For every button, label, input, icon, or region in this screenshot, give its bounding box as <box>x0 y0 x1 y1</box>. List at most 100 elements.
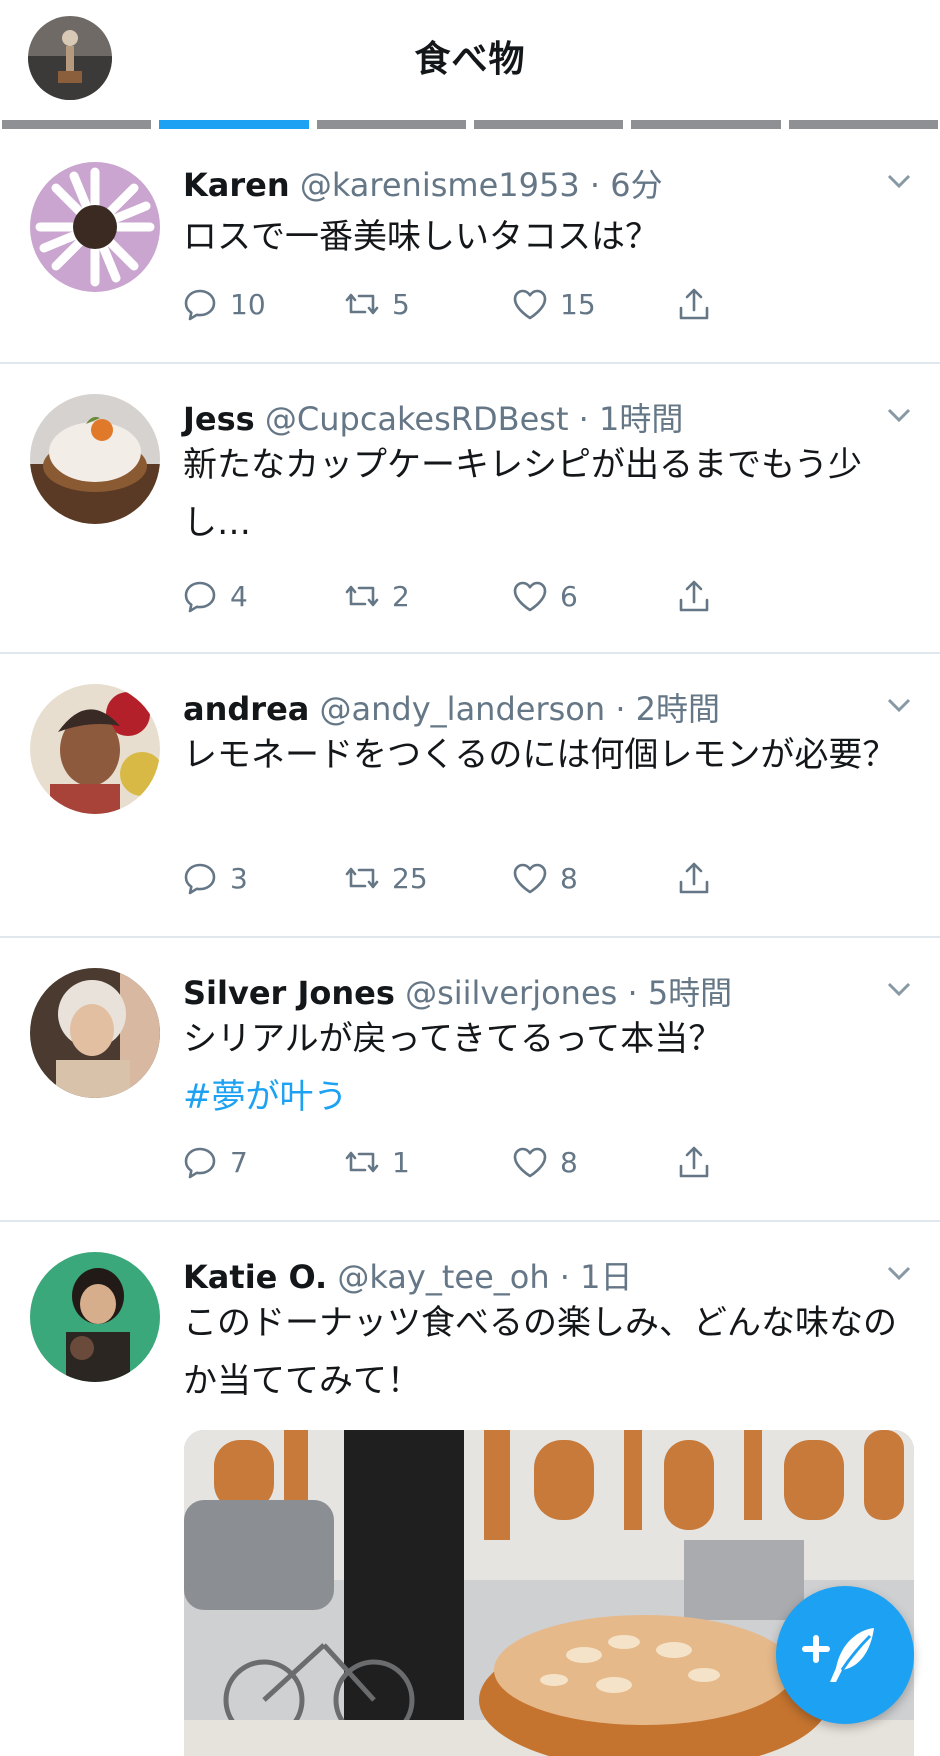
tweet-time: · 6分 <box>589 166 663 204</box>
share-icon <box>679 580 709 612</box>
tweet-actions: 7 1 8 <box>180 1140 780 1184</box>
tweet-time: · 2時間 <box>615 690 721 728</box>
tweet[interactable]: Jess @CupcakesRDBest · 1時間 新たなカップケーキレシピが… <box>0 366 940 654</box>
retweet-icon <box>345 1151 379 1173</box>
reply-icon <box>184 581 216 613</box>
tweet-avatar[interactable] <box>30 394 160 524</box>
share-button[interactable] <box>674 1140 714 1184</box>
reply-icon <box>184 1147 216 1179</box>
tweet-header: Jess @CupcakesRDBest · 1時間 <box>183 394 683 440</box>
chevron-down-icon[interactable] <box>882 688 916 722</box>
heart-icon <box>513 289 547 320</box>
tweet-text: 新たなカップケーキレシピが出るまでもう少し… <box>183 436 903 552</box>
reply-button[interactable]: 3 <box>180 856 248 900</box>
reply-icon <box>184 863 216 895</box>
retweet-icon <box>345 585 379 607</box>
tweet-text: シリアルが戻ってきてるって本当？ #夢が叶う <box>183 1010 903 1126</box>
tweet[interactable]: andrea @andy_landerson · 2時間 レモネードをつくるのに… <box>0 656 940 938</box>
share-icon <box>679 862 709 894</box>
top-bar: 食べ物 <box>0 0 940 120</box>
tweet-header: Silver Jones @siilverjones · 5時間 <box>183 968 732 1014</box>
author-handle[interactable]: @CupcakesRDBest <box>265 400 569 438</box>
author-handle[interactable]: @karenisme1953 <box>300 166 580 204</box>
retweet-button[interactable]: 2 <box>342 574 410 618</box>
tweet-text: このドーナッツ食べるの楽しみ、どんな味なのか当ててみて！ <box>183 1294 903 1410</box>
progress-segment-active <box>159 120 309 129</box>
retweet-count: 5 <box>392 287 410 321</box>
tweet-avatar[interactable] <box>30 1252 160 1382</box>
share-icon <box>679 288 709 320</box>
tweet-avatar[interactable] <box>30 968 160 1098</box>
heart-icon <box>513 1147 547 1178</box>
reply-count: 4 <box>230 579 248 613</box>
tweet-time: · 5時間 <box>627 974 733 1012</box>
tweet-text: ロスで一番美味しいタコスは？ <box>183 208 903 266</box>
tweet-body: シリアルが戻ってきてるって本当？ <box>183 1019 723 1059</box>
tweet-header: Karen @karenisme1953 · 6分 <box>183 160 663 206</box>
share-button[interactable] <box>674 856 714 900</box>
chevron-down-icon[interactable] <box>882 398 916 432</box>
like-button[interactable]: 8 <box>510 856 578 900</box>
like-button[interactable]: 15 <box>510 282 596 326</box>
like-count: 8 <box>560 1145 578 1179</box>
reply-count: 7 <box>230 1145 248 1179</box>
progress-segment <box>2 120 152 129</box>
like-button[interactable]: 8 <box>510 1140 578 1184</box>
tweet-time: · 1時間 <box>578 400 684 438</box>
reply-count: 10 <box>230 287 266 321</box>
tweet-avatar[interactable] <box>30 684 160 814</box>
tweet-time: · 1日 <box>559 1258 633 1296</box>
hashtag-link[interactable]: #夢が叶う <box>183 1077 348 1117</box>
progress-segment <box>788 120 938 129</box>
retweet-count: 2 <box>392 579 410 613</box>
tweet-actions: 4 2 6 <box>180 574 780 618</box>
author-handle[interactable]: @andy_landerson <box>320 690 606 728</box>
share-icon <box>679 1146 709 1178</box>
tweet-body: このドーナッツ食べるの楽しみ、どんな味なのか当ててみて！ <box>183 1303 897 1401</box>
retweet-button[interactable]: 25 <box>342 856 428 900</box>
author-name[interactable]: Jess <box>183 400 255 438</box>
progress-segment <box>631 120 781 129</box>
heart-icon <box>513 863 547 894</box>
tweet[interactable]: Silver Jones @siilverjones · 5時間 シリアルが戻っ… <box>0 940 940 1222</box>
like-button[interactable]: 6 <box>510 574 578 618</box>
chevron-down-icon[interactable] <box>882 1256 916 1290</box>
reply-button[interactable]: 7 <box>180 1140 248 1184</box>
tweet[interactable]: Karen @karenisme1953 · 6分 ロスで一番美味しいタコスは？… <box>0 132 940 364</box>
tweet-body: レモネードをつくるのには何個レモンが必要？ <box>183 735 897 775</box>
like-count: 15 <box>560 287 596 321</box>
reply-button[interactable]: 4 <box>180 574 248 618</box>
like-count: 8 <box>560 861 578 895</box>
share-button[interactable] <box>674 574 714 618</box>
tweet-body: 新たなカップケーキレシピが出るまでもう少し… <box>183 445 862 543</box>
compose-tweet-icon <box>802 1628 874 1682</box>
author-name[interactable]: Katie O. <box>183 1258 327 1296</box>
tweet-body: ロスで一番美味しいタコスは？ <box>183 217 659 257</box>
share-button[interactable] <box>674 282 714 326</box>
retweet-count: 25 <box>392 861 428 895</box>
author-name[interactable]: andrea <box>183 690 309 728</box>
retweet-icon <box>345 867 379 889</box>
chevron-down-icon[interactable] <box>882 164 916 198</box>
tweet-text: レモネードをつくるのには何個レモンが必要？ <box>183 726 903 784</box>
chevron-down-icon[interactable] <box>882 972 916 1006</box>
retweet-count: 1 <box>392 1145 410 1179</box>
author-handle[interactable]: @siilverjones <box>405 974 617 1012</box>
tweet-avatar[interactable] <box>30 162 160 292</box>
author-name[interactable]: Karen <box>183 166 290 204</box>
heart-icon <box>513 581 547 612</box>
reply-button[interactable]: 10 <box>180 282 266 326</box>
reply-icon <box>184 289 216 321</box>
tweet-actions: 10 5 15 <box>180 282 780 326</box>
tweet-actions: 3 25 8 <box>180 856 780 900</box>
compose-tweet-button[interactable] <box>776 1586 914 1724</box>
reply-count: 3 <box>230 861 248 895</box>
author-name[interactable]: Silver Jones <box>183 974 395 1012</box>
tweet-header: Katie O. @kay_tee_oh · 1日 <box>183 1252 633 1298</box>
progress-segment <box>316 120 466 129</box>
progress-segment <box>473 120 624 129</box>
retweet-button[interactable]: 1 <box>342 1140 410 1184</box>
retweet-button[interactable]: 5 <box>342 282 410 326</box>
tweet-header: andrea @andy_landerson · 2時間 <box>183 684 720 730</box>
author-handle[interactable]: @kay_tee_oh <box>337 1258 549 1296</box>
